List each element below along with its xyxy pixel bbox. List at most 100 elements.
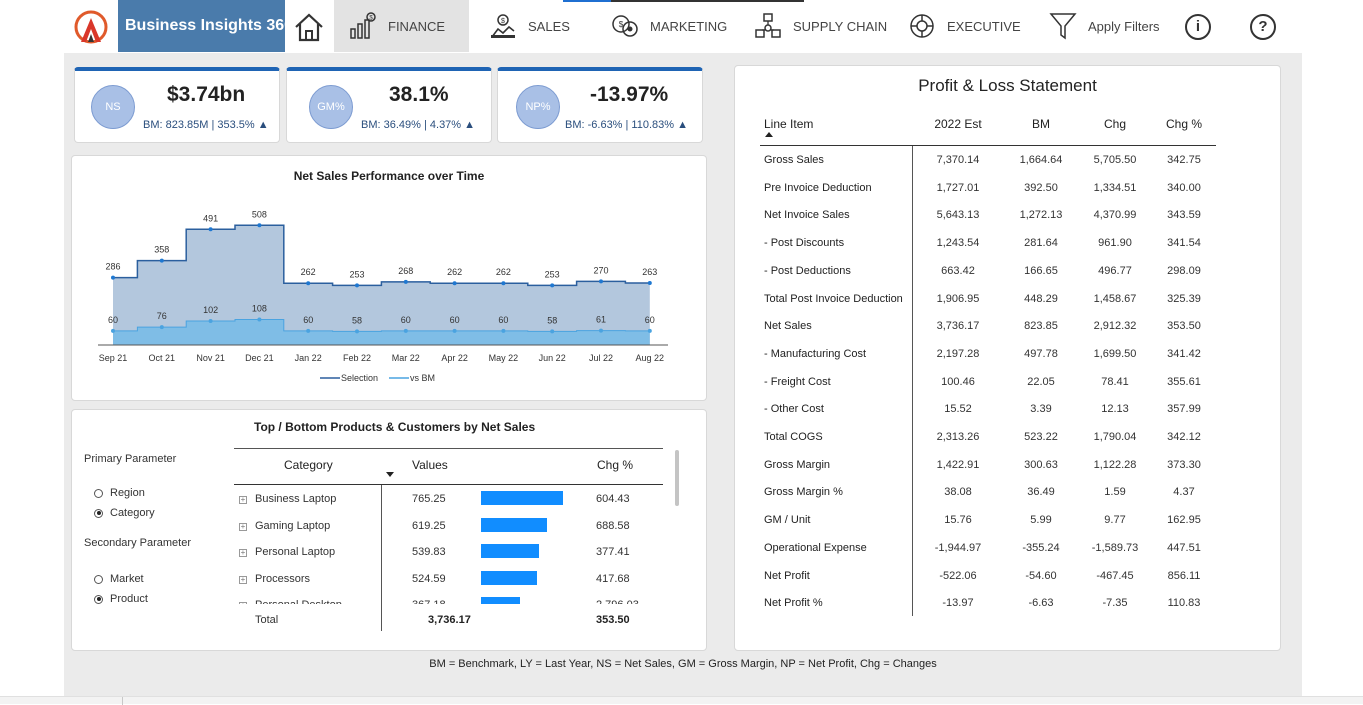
x-tick-label-4: Jan 22 (295, 353, 322, 363)
pl-line-item: - Manufacturing Cost (764, 347, 867, 360)
expand-icon[interactable]: + (239, 602, 247, 604)
tab-supply-chain[interactable]: SUPPLY CHAIN (753, 0, 893, 52)
table-row[interactable]: + Gaming Laptop 619.25 688.58 (72, 517, 706, 540)
data-point-1-2 (208, 318, 213, 323)
pl-row[interactable]: - Post Deductions 663.42 166.65 496.77 298.0… (735, 265, 1280, 283)
x-tick-label-3: Dec 21 (245, 353, 274, 363)
data-point-1-11 (647, 328, 652, 333)
kpi-badge: NP% (516, 85, 560, 129)
pl-row[interactable]: - Other Cost 15.52 3.39 12.13 357.99 (735, 403, 1280, 421)
pl-value: -467.45 (1096, 569, 1134, 582)
sort-asc-icon[interactable] (765, 132, 773, 137)
pl-header-chg[interactable]: Chg (1080, 117, 1150, 131)
pl-value: 300.63 (1024, 458, 1058, 471)
svg-text:$: $ (501, 18, 505, 25)
column-header-category[interactable]: Category (284, 458, 333, 472)
kpi-card-net-profit[interactable]: NP% -13.97% BM: -6.63% | 110.83% ▲ (497, 67, 703, 143)
apply-filters-button[interactable]: Apply Filters (1048, 0, 1163, 52)
net-sales-area-chart[interactable]: 286 358 491 508 262 253 268 262 262 253 270 263 60 76… (72, 156, 706, 400)
data-label-1-5: 58 (352, 315, 362, 325)
kpi-card-net-sales[interactable]: NS $3.74bn BM: 823.85M | 353.5% ▲ (74, 67, 280, 143)
expand-icon[interactable]: + (239, 496, 247, 504)
pl-value: 7,370.14 (936, 154, 980, 166)
pl-header-bm[interactable]: BM (1006, 117, 1076, 131)
pl-title: Profit & Loss Statement (918, 76, 1097, 95)
data-point-1-7 (452, 328, 457, 333)
kpi-card-gross-margin[interactable]: GM% 38.1% BM: 36.49% | 4.37% ▲ (286, 67, 492, 143)
pl-value: 5,643.13 (936, 209, 980, 222)
pl-header-est[interactable]: 2022 Est (923, 117, 993, 131)
pl-row[interactable]: - Manufacturing Cost 2,197.28 497.78 1,699.… (735, 348, 1280, 366)
data-point-0-10 (599, 279, 603, 284)
info-icon[interactable]: i (1185, 14, 1211, 40)
table-row[interactable]: + Business Laptop 765.25 604.43 (72, 491, 706, 513)
pl-header-line-item[interactable]: Line Item (764, 117, 813, 131)
top-bottom-panel: Top / Bottom Products & Customers by Net… (71, 409, 707, 651)
tab-sales[interactable]: $ SALES (488, 0, 598, 52)
pl-value: -522.06 (939, 569, 977, 582)
row-category: Personal Desktop (255, 599, 342, 604)
pl-line-item: Net Invoice Sales (764, 209, 850, 222)
data-label-1-11: 60 (645, 315, 655, 325)
pl-row[interactable]: Gross Margin 1,422.91 300.63 1,122.28 373.30 (735, 459, 1280, 477)
x-tick-label-11: Aug 22 (636, 353, 665, 363)
pl-row[interactable]: Operational Expense -1,944.97 -355.24 -1,58… (735, 542, 1280, 560)
pl-row[interactable]: GM / Unit 15.76 5.99 9.77 162.95 (735, 514, 1280, 532)
pl-row[interactable]: Gross Sales 7,370.14 1,664.64 5,705.50 342.7… (735, 154, 1280, 172)
data-point-0-1 (159, 258, 164, 263)
x-tick-label-0: Sep 21 (99, 353, 128, 363)
pl-value: 9.77 (1104, 514, 1126, 527)
pl-row[interactable]: Gross Margin % 38.08 36.49 1.59 4.37 (735, 486, 1280, 504)
pl-value: -355.24 (1022, 541, 1060, 554)
pl-line-item: Gross Margin % (764, 486, 843, 499)
pl-value: 448.29 (1024, 292, 1058, 305)
expand-icon[interactable]: + (239, 549, 247, 557)
bottom-scrollbar[interactable] (0, 696, 1363, 705)
row-category: Gaming Laptop (255, 519, 331, 532)
pl-value: 4.37 (1173, 486, 1195, 499)
pl-value: -7.35 (1102, 597, 1128, 610)
tab-executive-label: EXECUTIVE (947, 18, 1021, 34)
pl-row[interactable]: Net Profit % -13.97 -6.63 -7.35 110.83 (735, 597, 1280, 615)
pl-value: 281.64 (1024, 237, 1058, 250)
pl-value: 2,313.26 (936, 431, 980, 443)
column-header-values[interactable]: Values (412, 458, 448, 472)
tab-finance-label: FINANCE (388, 18, 446, 34)
pl-value: 36.49 (1027, 486, 1055, 499)
tab-marketing-label: MARKETING (650, 18, 728, 34)
pl-value: 340.00 (1167, 181, 1201, 194)
pl-row[interactable]: - Post Discounts 1,243.54 281.64 961.90 341.… (735, 237, 1280, 255)
pl-row[interactable]: Net Sales 3,736.17 823.85 2,912.32 353.50 (735, 320, 1280, 338)
pl-header-chg-pct[interactable]: Chg % (1149, 117, 1219, 131)
pl-value: 856.11 (1167, 569, 1201, 582)
pl-row[interactable]: Net Invoice Sales 5,643.13 1,272.13 4,370.9… (735, 209, 1280, 227)
column-header-chg[interactable]: Chg % (597, 458, 633, 472)
home-icon[interactable] (290, 8, 328, 46)
pl-value: 78.41 (1101, 375, 1129, 388)
data-point-1-0 (111, 328, 115, 333)
table-row[interactable]: + Processors 524.59 417.68 (72, 570, 706, 593)
data-label-1-2: 102 (203, 305, 218, 315)
pl-row[interactable]: Net Profit -522.06 -54.60 -467.45 856.11 (735, 570, 1280, 588)
tab-executive[interactable]: EXECUTIVE (907, 0, 1027, 52)
tab-marketing[interactable]: $ MARKETING (610, 0, 740, 52)
pl-row[interactable]: Pre Invoice Deduction 1,727.01 392.50 1,334… (735, 182, 1280, 200)
table-row[interactable]: + Personal Desktop 367.18 2,796.03 (72, 597, 706, 604)
kpi-value: $3.74bn (167, 83, 246, 106)
help-icon[interactable]: ? (1250, 14, 1276, 40)
tab-finance[interactable]: $ FINANCE (334, 0, 469, 52)
data-label-0-7: 262 (447, 267, 462, 277)
pl-row[interactable]: Total COGS 2,313.26 523.22 1,790.04 342.12 (735, 431, 1280, 449)
pl-value: 4,370.99 (1093, 209, 1137, 222)
pl-row[interactable]: Total Post Invoice Deduction 1,906.95 448.… (735, 293, 1280, 311)
row-chg: 2,796.03 (596, 599, 639, 604)
data-label-0-11: 263 (642, 267, 657, 277)
expand-icon[interactable]: + (239, 522, 247, 531)
table-row[interactable]: + Personal Laptop 539.83 377.41 (72, 544, 706, 566)
filter-icon (1049, 13, 1077, 40)
row-category: Personal Laptop (255, 546, 336, 558)
pl-row[interactable]: - Freight Cost 100.46 22.05 78.41 355.61 (735, 376, 1280, 394)
sort-desc-icon[interactable] (386, 472, 394, 477)
pl-value: 663.42 (941, 264, 975, 277)
expand-icon[interactable]: + (239, 575, 247, 584)
